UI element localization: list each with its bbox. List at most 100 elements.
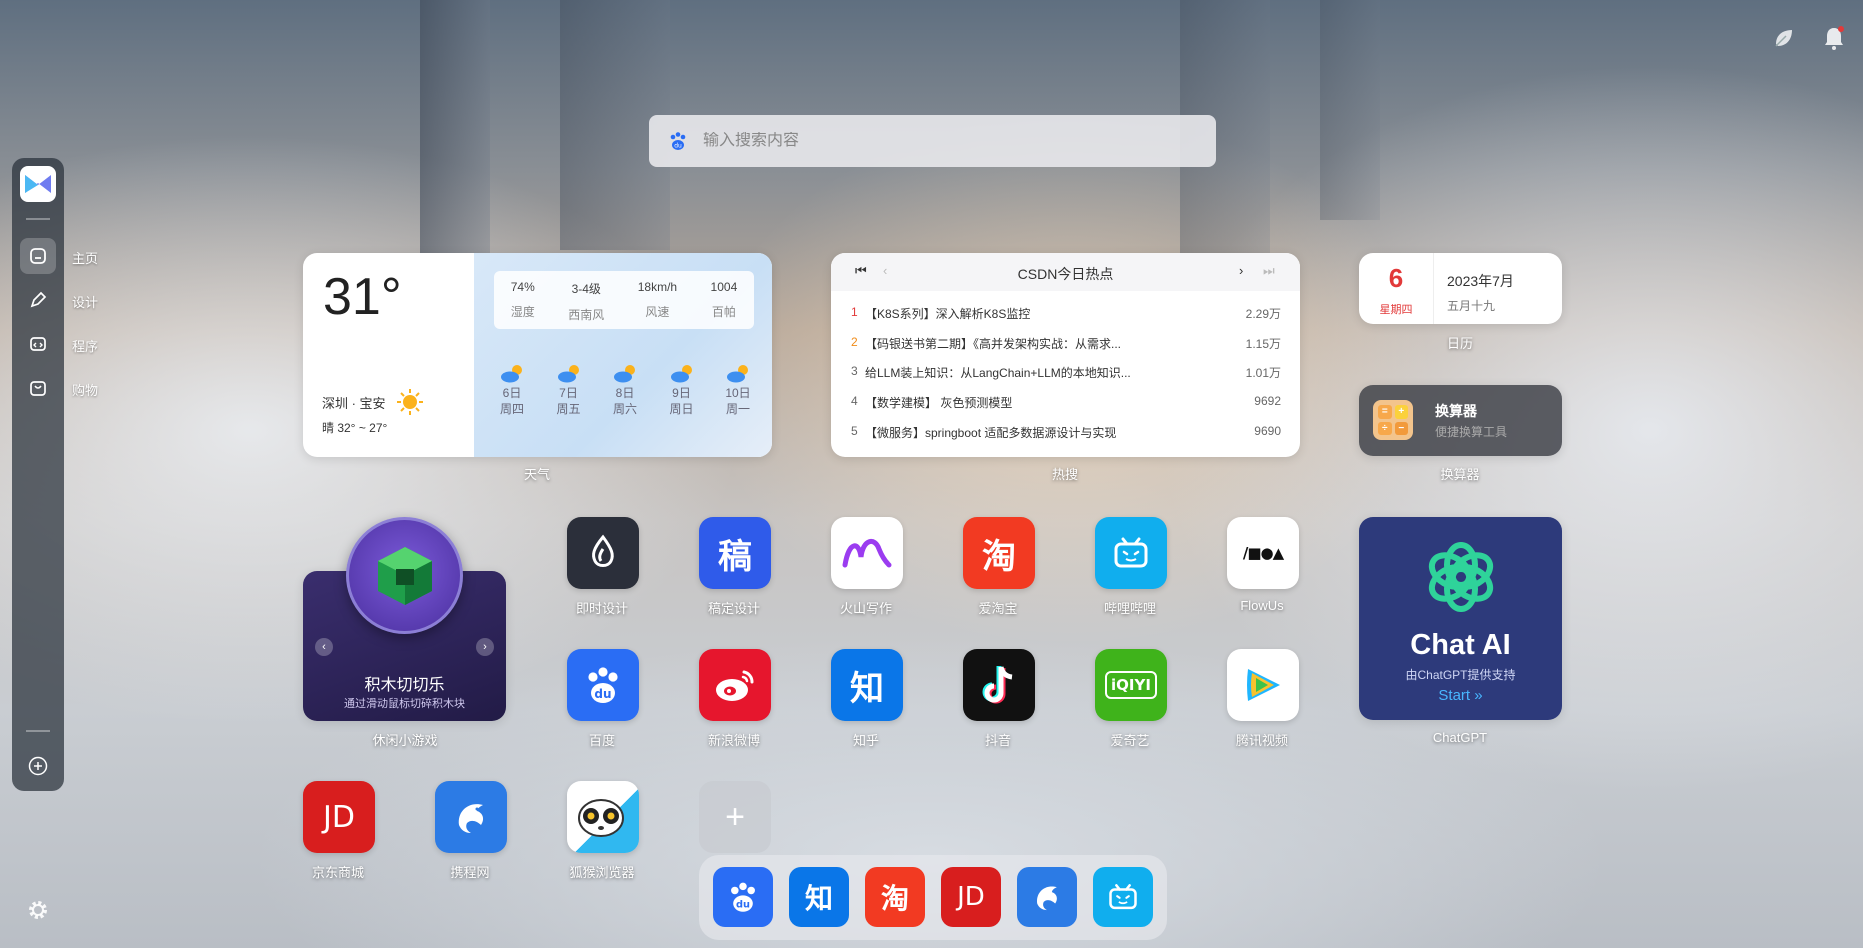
hot-search-row[interactable]: 3 给LLM装上知识：从LangChain+LLM的本地知识... 1.01万 (851, 364, 1281, 381)
add-app-button[interactable]: + (699, 781, 771, 853)
bilibili-icon (1109, 884, 1137, 910)
app-tencent-video[interactable] (1227, 649, 1299, 721)
calendar-caption: 日历 (1446, 336, 1473, 351)
douyin-icon (982, 666, 1013, 704)
sidebar-label-design[interactable]: 设计 (72, 292, 98, 311)
app-jd[interactable]: JD (303, 781, 375, 853)
app-lemur-browser[interactable] (567, 781, 639, 853)
shopping-bag-icon (30, 381, 46, 396)
converter-caption: 换算器 (1440, 467, 1480, 482)
gaoding-icon: 稿 (718, 536, 752, 577)
dock-app-zhihu[interactable]: 知 (789, 867, 849, 927)
leaf-icon[interactable] (1770, 24, 1798, 52)
forecast-day: 7日 周五 (547, 363, 591, 417)
chatgpt-title: Chat AI (1410, 629, 1511, 661)
forecast-day: 8日 周六 (603, 363, 647, 417)
converter-subtitle: 便捷换算工具 (1435, 425, 1508, 439)
ctrip-dolphin-icon (458, 804, 484, 833)
sidebar-item-design[interactable] (20, 282, 56, 318)
baidu-paw-icon[interactable]: du (667, 130, 689, 152)
sidebar-divider (26, 730, 50, 732)
sidebar-item-code[interactable] (20, 326, 56, 362)
iqiyi-icon: iQIYI (1105, 671, 1157, 699)
app-iqiyi[interactable]: iQIYI (1095, 649, 1167, 721)
app-label: 携程网 (450, 865, 490, 880)
app-jishi-design[interactable] (567, 517, 639, 589)
chatgpt-widget[interactable]: Chat AI 由ChatGPT提供支持 Start » (1359, 517, 1562, 720)
sidebar-label-home[interactable]: 主页 (72, 248, 98, 267)
plus-circle-icon (28, 756, 48, 776)
chatgpt-start-link[interactable]: Start » (1359, 687, 1562, 704)
game-prev-icon[interactable]: ‹ (315, 638, 333, 656)
dock-app-ctrip[interactable] (1017, 867, 1077, 927)
dock-app-taobao[interactable]: 淘 (865, 867, 925, 927)
calendar-day: 6 (1388, 263, 1404, 293)
sidebar-divider (26, 218, 50, 220)
baidu-paw-icon: du (731, 882, 755, 912)
sidebar-label-code[interactable]: 程序 (72, 336, 98, 355)
partly-cloudy-icon (660, 363, 704, 385)
dock-app-jd[interactable]: JD (941, 867, 1001, 927)
plus-icon: + (725, 797, 745, 836)
sidebar-item-shopping[interactable] (20, 370, 56, 406)
last-page-icon[interactable]: ⏭ (1263, 263, 1275, 279)
app-label: 腾讯视频 (1235, 733, 1288, 748)
hot-search-title: CSDN今日热点 (1017, 266, 1114, 282)
partly-cloudy-icon (490, 363, 534, 385)
svg-text:du: du (594, 687, 611, 701)
zhihu-icon: 知 (804, 882, 833, 915)
search-input[interactable] (703, 132, 1183, 150)
app-label: 哔哩哔哩 (1103, 601, 1156, 616)
next-page-icon[interactable]: › (1239, 263, 1243, 278)
jd-icon: JD (957, 882, 985, 912)
app-label: 百度 (588, 733, 615, 748)
dock: du 知 淘 JD (699, 855, 1167, 940)
calendar-widget[interactable]: 6 星期四 2023年7月 五月十九 (1359, 253, 1562, 324)
weather-stats: 74% 湿度 3-4级 西南风 18km/h 风速 1004 百帕 (494, 271, 754, 329)
app-baidu[interactable]: du (567, 649, 639, 721)
game-cube-icon[interactable] (346, 517, 463, 634)
calendar-weekday: 星期四 (1379, 304, 1413, 316)
weather-stat-wind-speed: 18km/h 风速 (637, 280, 678, 319)
converter-widget[interactable]: = + ÷ − 换算器 便捷换算工具 (1359, 385, 1562, 456)
weibo-icon (716, 670, 754, 701)
app-huoshan-writing[interactable] (831, 517, 903, 589)
partly-cloudy-icon (716, 363, 760, 385)
app-label: 爱淘宝 (978, 601, 1018, 616)
dock-app-bilibili[interactable] (1093, 867, 1153, 927)
dock-app-baidu[interactable]: du (713, 867, 773, 927)
notification-bell-icon[interactable] (1820, 24, 1848, 52)
hot-search-row[interactable]: 4 【数学建模】 灰色预测模型 9692 (851, 394, 1281, 411)
ctrip-dolphin-icon (1037, 886, 1057, 911)
add-category-button[interactable] (20, 748, 56, 784)
app-ctrip[interactable] (435, 781, 507, 853)
pen-icon (30, 291, 47, 308)
hot-search-row[interactable]: 2 【码银送书第二期】《高并发架构实战：从需求... 1.15万 (851, 335, 1281, 352)
app-flowus[interactable]: /■●▲ (1227, 517, 1299, 589)
hot-search-row[interactable]: 1 【K8S系列】深入解析K8S监控 2.29万 (851, 305, 1281, 322)
background-structure (1320, 0, 1380, 220)
calendar-divider (1433, 253, 1434, 324)
weather-widget[interactable]: 31° 深圳 · 宝安 晴 32° ~ 27° 74% 湿度 3-4级 西南风 18… (303, 253, 772, 457)
sidebar-item-home[interactable] (20, 238, 56, 274)
app-weibo[interactable] (699, 649, 771, 721)
hot-search-caption: 热搜 (1051, 467, 1078, 482)
huoshan-writing-icon (842, 539, 892, 568)
app-logo[interactable] (20, 166, 56, 202)
sidebar-label-shopping[interactable]: 购物 (72, 380, 98, 399)
app-gaoding-design[interactable]: 稿 (699, 517, 771, 589)
app-douyin[interactable] (963, 649, 1035, 721)
settings-gear-icon[interactable] (24, 896, 52, 924)
app-label: 知乎 (852, 733, 879, 748)
tencent-video-icon (1247, 669, 1280, 701)
lemur-browser-icon (578, 799, 624, 837)
app-aitaobao[interactable]: 淘 (963, 517, 1035, 589)
converter-title: 换算器 (1435, 403, 1477, 419)
app-bilibili[interactable] (1095, 517, 1167, 589)
app-zhihu[interactable]: 知 (831, 649, 903, 721)
partly-cloudy-icon (547, 363, 591, 385)
game-next-icon[interactable]: › (476, 638, 494, 656)
app-label: 京东商城 (311, 865, 364, 880)
weather-location: 深圳 · 宝安 (322, 396, 386, 411)
hot-search-row[interactable]: 5 【微服务】springboot 适配多数据源设计与实现 9690 (851, 424, 1281, 441)
